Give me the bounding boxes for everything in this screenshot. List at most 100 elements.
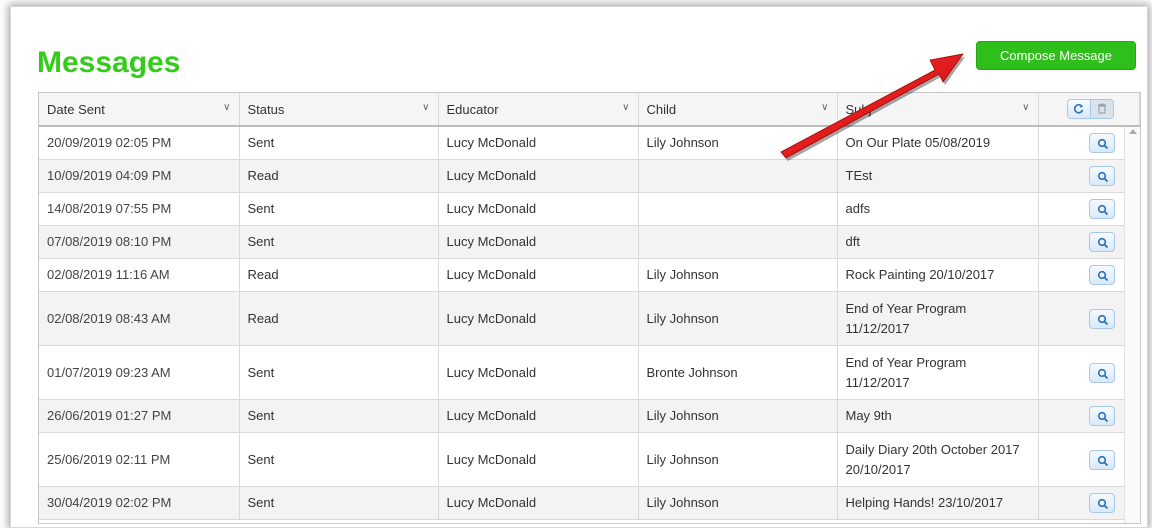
view-message-button[interactable] [1088,232,1115,253]
cell-child: Lily Johnson [638,258,838,292]
view-message-button[interactable] [1088,199,1115,220]
compose-message-button[interactable]: Compose Message [976,41,1136,70]
cell-subject: adfs [837,192,1039,226]
cell-status: Sent [239,192,439,226]
app-window: Messages Compose Message Date Sent ∨ Stat… [10,6,1148,528]
search-icon [1097,172,1108,183]
cell-subject: Helping Hands! 23/10/2017 [837,486,1039,520]
table-row[interactable]: 30/04/2019 02:02 PM Sent Lucy McDonald Lily… [39,486,1140,520]
column-header-child[interactable]: Child ∨ [638,93,838,127]
column-header-label: Status [247,101,285,117]
cell-status: Sent [239,486,439,520]
cell-date-sent: 01/07/2019 09:23 AM [39,345,240,400]
cell-educator: Lucy McDonald [438,486,639,520]
table-row[interactable]: 20/09/2019 02:05 PM Sent Lucy McDonald Lily… [39,126,1140,160]
table-row[interactable]: 25/06/2019 02:11 PM Sent Lucy McDonald Lily… [39,432,1140,487]
cell-child: Lily Johnson [638,432,838,487]
cell-educator: Lucy McDonald [438,225,639,259]
chevron-down-icon[interactable]: ∨ [223,102,230,113]
view-message-button[interactable] [1088,308,1115,329]
column-header-educator[interactable]: Educator ∨ [438,93,639,127]
column-header-label: Subj [845,101,872,117]
view-message-button[interactable] [1088,362,1115,383]
view-message-button[interactable] [1088,493,1115,514]
view-message-button[interactable] [1088,265,1115,286]
chevron-down-icon[interactable]: ∨ [622,102,629,113]
search-icon [1097,368,1108,379]
cell-date-sent: 30/04/2019 02:02 PM [39,486,240,520]
search-icon [1097,238,1108,249]
cell-educator: Lucy McDonald [438,258,639,292]
view-message-button[interactable] [1088,166,1115,187]
chevron-down-icon[interactable]: ∨ [422,102,429,113]
search-icon [1097,314,1108,325]
search-icon [1097,139,1108,150]
table-header-row: Date Sent ∨ Status ∨ Educator ∨ Child ∨ Subj… [39,93,1140,127]
cell-date-sent: 20/09/2019 02:05 PM [39,126,240,160]
cell-date-sent: 02/08/2019 11:16 AM [39,258,240,292]
search-icon [1097,412,1108,423]
column-header-subject[interactable]: Subj ∨ [837,93,1039,127]
cell-status: Read [239,291,439,346]
table-row[interactable]: 10/09/2019 04:09 PM Read Lucy McDonald TEst [39,159,1140,193]
table-row[interactable]: 02/08/2019 08:43 AM Read Lucy McDonald Lily… [39,291,1140,346]
cell-status: Sent [239,345,439,400]
view-message-button[interactable] [1088,449,1115,470]
column-header-actions [1038,93,1140,127]
cell-child: Bronte Johnson [638,345,838,400]
view-message-button[interactable] [1088,406,1115,427]
table-row[interactable]: 14/08/2019 07:55 PM Sent Lucy McDonald adfs [39,192,1140,226]
cell-status: Read [239,258,439,292]
cell-child: Lily Johnson [638,291,838,346]
table-row[interactable]: 02/08/2019 11:16 AM Read Lucy McDonald Lily… [39,258,1140,292]
column-header-label: Educator [446,101,499,117]
chevron-down-icon[interactable]: ∨ [821,102,828,113]
cell-subject: End of Year Program 11/12/2017 [837,345,1039,400]
column-header-label: Date Sent [47,101,105,117]
cell-subject: End of Year Program 11/12/2017 [837,291,1039,346]
cell-status: Sent [239,225,439,259]
cell-child: Lily Johnson [638,486,838,520]
search-icon [1097,205,1108,216]
cell-subject: Daily Diary 20th October 2017 20/10/2017 [837,432,1039,487]
table-row[interactable]: 26/06/2019 01:27 PM Sent Lucy McDonald Lily… [39,399,1140,433]
chevron-down-icon[interactable]: ∨ [1022,102,1029,113]
table-row[interactable]: 07/08/2019 08:10 PM Sent Lucy McDonald dft [39,225,1140,259]
cell-date-sent: 07/08/2019 08:10 PM [39,225,240,259]
cell-date-sent: 10/09/2019 04:09 PM [39,159,240,193]
trash-icon[interactable] [1090,100,1113,118]
column-header-label: Child [646,101,677,117]
cell-subject: TEst [837,159,1039,193]
search-icon [1097,455,1108,466]
page-title: Messages [37,46,181,79]
column-header-date-sent[interactable]: Date Sent ∨ [39,93,240,127]
view-message-button[interactable] [1088,133,1115,154]
column-header-status[interactable]: Status ∨ [239,93,439,127]
cell-child: Lily Johnson [638,126,838,160]
cell-status: Read [239,159,439,193]
cell-status: Sent [239,432,439,487]
scroll-up-arrow-icon[interactable] [1129,129,1137,134]
refresh-icon[interactable] [1068,100,1090,118]
cell-subject: On Our Plate 05/08/2019 [837,126,1039,160]
cell-subject: May 9th [837,399,1039,433]
cell-educator: Lucy McDonald [438,399,639,433]
search-icon [1097,499,1108,510]
messages-table: Date Sent ∨ Status ∨ Educator ∨ Child ∨ Subj… [38,92,1141,524]
cell-educator: Lucy McDonald [438,432,639,487]
cell-date-sent: 26/06/2019 01:27 PM [39,399,240,433]
cell-child [638,192,838,226]
cell-subject: Rock Painting 20/10/2017 [837,258,1039,292]
table-row[interactable]: 01/07/2019 09:23 AM Sent Lucy McDonald Bron… [39,345,1140,400]
cell-status: Sent [239,126,439,160]
cell-child: Lily Johnson [638,399,838,433]
vertical-scrollbar[interactable] [1124,127,1140,523]
cell-date-sent: 25/06/2019 02:11 PM [39,432,240,487]
cell-status: Sent [239,399,439,433]
cell-educator: Lucy McDonald [438,126,639,160]
cell-child [638,225,838,259]
cell-date-sent: 14/08/2019 07:55 PM [39,192,240,226]
search-icon [1097,271,1108,282]
cell-subject: dft [837,225,1039,259]
cell-educator: Lucy McDonald [438,291,639,346]
